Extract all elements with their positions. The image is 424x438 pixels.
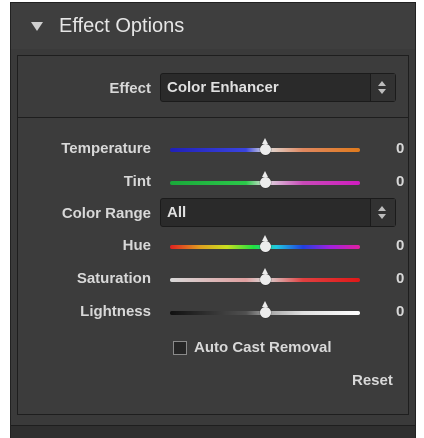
arrow-up-icon xyxy=(378,206,386,211)
color-range-label: Color Range xyxy=(61,205,151,222)
slider-thumb-icon[interactable] xyxy=(260,301,271,318)
saturation-label: Saturation xyxy=(76,270,151,287)
tint-label: Tint xyxy=(123,173,151,190)
hue-slider[interactable] xyxy=(170,235,360,252)
auto-cast-removal-label: Auto Cast Removal xyxy=(194,339,332,356)
arrow-up-icon xyxy=(378,81,386,86)
effect-options-panel: Effect Options Effect Color Enhancer Tem… xyxy=(10,2,416,438)
slider-thumb-icon[interactable] xyxy=(260,138,271,155)
effect-select-value: Color Enhancer xyxy=(167,79,279,96)
panel-body: Effect Color Enhancer Temperature 0 Tint… xyxy=(17,55,409,415)
panel-footer xyxy=(11,425,415,438)
temperature-value: 0 xyxy=(396,140,405,157)
lightness-label: Lightness xyxy=(80,303,151,320)
lightness-slider[interactable] xyxy=(170,301,360,318)
panel-header[interactable]: Effect Options xyxy=(11,3,415,49)
reset-button[interactable]: Reset xyxy=(352,372,393,389)
temperature-label: Temperature xyxy=(61,140,151,157)
hue-label: Hue xyxy=(122,237,151,254)
saturation-value: 0 xyxy=(396,270,405,287)
slider-thumb-icon[interactable] xyxy=(260,235,271,252)
temperature-slider[interactable] xyxy=(170,138,360,155)
arrow-down-icon xyxy=(378,214,386,219)
tint-slider[interactable] xyxy=(170,171,360,188)
select-arrows-icon[interactable] xyxy=(370,199,395,226)
slider-thumb-icon[interactable] xyxy=(260,171,271,188)
arrow-down-icon xyxy=(378,89,386,94)
select-arrows-icon[interactable] xyxy=(370,74,395,101)
color-range-select[interactable]: All xyxy=(160,198,396,227)
tint-value: 0 xyxy=(396,173,405,190)
color-range-value: All xyxy=(167,204,187,221)
saturation-slider[interactable] xyxy=(170,268,360,285)
auto-cast-removal-checkbox[interactable] xyxy=(173,340,187,355)
effect-select[interactable]: Color Enhancer xyxy=(160,73,396,102)
auto-cast-removal-option[interactable]: Auto Cast Removal xyxy=(173,339,332,356)
slider-thumb-icon[interactable] xyxy=(260,268,271,285)
hue-value: 0 xyxy=(396,237,405,254)
collapse-triangle-icon[interactable] xyxy=(31,21,43,31)
lightness-value: 0 xyxy=(396,303,405,320)
panel-title: Effect Options xyxy=(59,14,185,37)
divider xyxy=(18,117,408,118)
effect-label: Effect xyxy=(109,80,151,97)
